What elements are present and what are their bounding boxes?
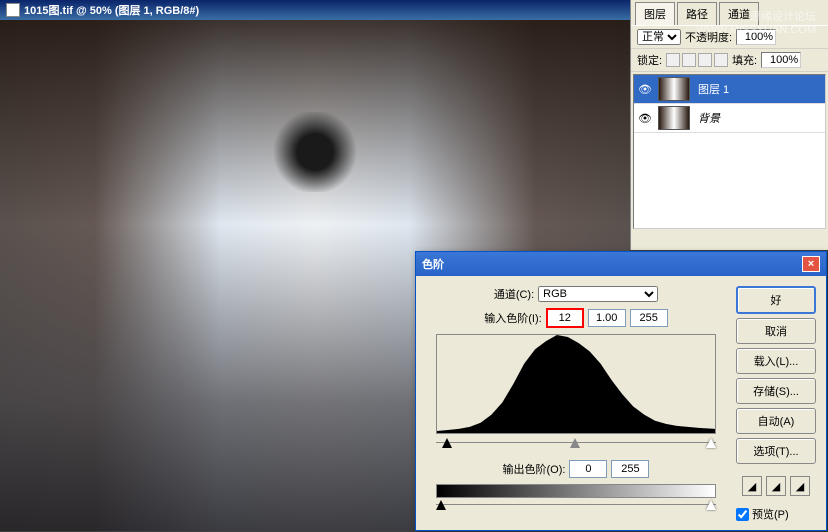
auto-button[interactable]: 自动(A): [736, 408, 816, 434]
save-button[interactable]: 存储(S)...: [736, 378, 816, 404]
output-black-slider[interactable]: [436, 500, 446, 510]
layer-item[interactable]: 👁 背景: [634, 104, 825, 133]
lock-all-icon[interactable]: [714, 53, 728, 67]
tab-layers[interactable]: 图层: [635, 2, 675, 25]
close-icon[interactable]: ×: [802, 256, 820, 272]
input-black-field[interactable]: [546, 308, 584, 328]
lock-position-icon[interactable]: [698, 53, 712, 67]
lock-label: 锁定:: [637, 52, 662, 68]
output-slider[interactable]: [436, 500, 716, 514]
gamma-slider[interactable]: [570, 438, 580, 448]
preview-checkbox[interactable]: [736, 508, 749, 521]
black-point-slider[interactable]: [442, 438, 452, 448]
layer-item[interactable]: 👁 图层 1: [634, 75, 825, 104]
white-point-slider[interactable]: [706, 438, 716, 448]
layer-thumbnail[interactable]: [658, 106, 690, 130]
input-gamma-field[interactable]: [588, 309, 626, 327]
output-gradient: [436, 484, 716, 498]
lock-transparency-icon[interactable]: [666, 53, 680, 67]
fill-input[interactable]: [761, 52, 801, 68]
visibility-icon[interactable]: 👁: [636, 80, 654, 98]
layer-thumbnail[interactable]: [658, 77, 690, 101]
blend-mode-select[interactable]: 正常: [637, 29, 681, 45]
layers-panel: 图层 路径 通道 正常 不透明度: 锁定: 填充: 👁 图层 1 👁 背景: [630, 0, 828, 250]
watermark: 思缘设计论坛 WWW.MISSYUAN.COM: [696, 8, 816, 36]
histogram: [436, 334, 716, 434]
ok-button[interactable]: 好: [736, 286, 816, 314]
channel-select[interactable]: RGB: [538, 286, 658, 302]
preview-checkbox-label[interactable]: 预览(P): [736, 506, 816, 522]
black-eyedropper-icon[interactable]: ◢: [742, 476, 762, 496]
input-levels-label: 输入色阶(I):: [484, 310, 541, 326]
levels-dialog: 色阶 × 通道(C): RGB 输入色阶(I):: [415, 251, 827, 531]
load-button[interactable]: 载入(L)...: [736, 348, 816, 374]
document-icon: [6, 3, 20, 17]
dialog-title: 色阶: [422, 256, 444, 272]
image-content: [270, 112, 360, 192]
input-slider[interactable]: [436, 438, 716, 452]
input-white-field[interactable]: [630, 309, 668, 327]
layer-name[interactable]: 图层 1: [694, 81, 823, 97]
options-button[interactable]: 选项(T)...: [736, 438, 816, 464]
lock-image-icon[interactable]: [682, 53, 696, 67]
gray-eyedropper-icon[interactable]: ◢: [766, 476, 786, 496]
cancel-button[interactable]: 取消: [736, 318, 816, 344]
output-black-field[interactable]: [569, 460, 607, 478]
output-levels-label: 输出色阶(O):: [503, 461, 566, 477]
channel-label: 通道(C):: [494, 286, 534, 302]
layer-list: 👁 图层 1 👁 背景: [633, 74, 826, 229]
fill-label: 填充:: [732, 52, 757, 68]
output-white-slider[interactable]: [706, 500, 716, 510]
window-title: 1015图.tif @ 50% (图层 1, RGB/8#): [24, 2, 199, 18]
output-white-field[interactable]: [611, 460, 649, 478]
layer-name[interactable]: 背景: [694, 110, 823, 126]
visibility-icon[interactable]: 👁: [636, 109, 654, 127]
white-eyedropper-icon[interactable]: ◢: [790, 476, 810, 496]
